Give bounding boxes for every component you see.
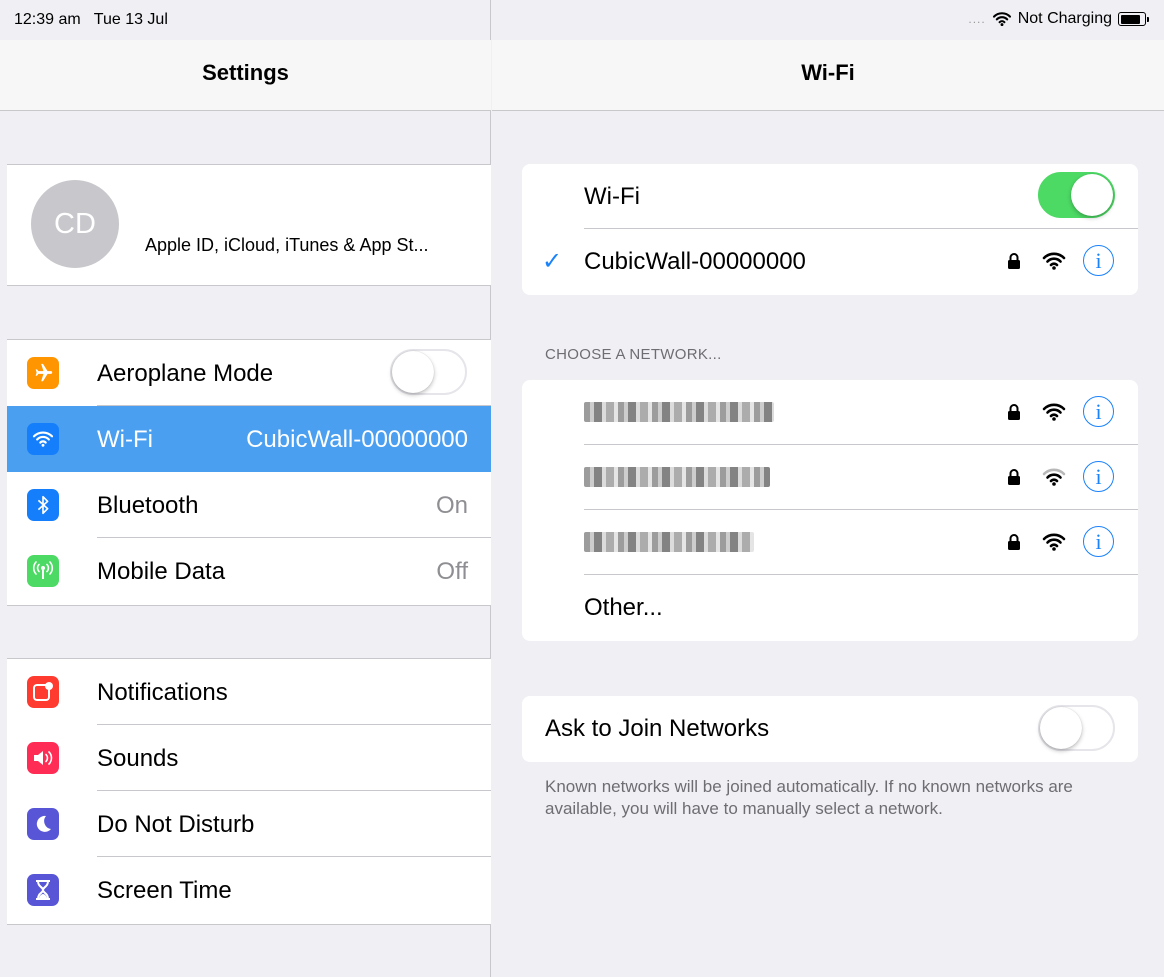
wifi-signal-icon	[1042, 252, 1066, 270]
lock-icon	[1008, 404, 1020, 420]
speaker-icon	[27, 742, 59, 774]
hourglass-icon	[27, 874, 59, 906]
status-right: .... Not Charging	[968, 10, 1149, 28]
info-icon[interactable]: i	[1083, 245, 1114, 276]
system-group: Notifications Sounds Do Not Disturb Scre…	[7, 658, 491, 925]
wifi-toggle-label: Wi-Fi	[584, 183, 640, 210]
ask-join-label: Ask to Join Networks	[545, 715, 770, 742]
settings-header: Settings	[0, 40, 491, 111]
network-name-redacted	[584, 532, 754, 552]
sidebar-item-aeroplane-mode[interactable]: Aeroplane Mode	[7, 340, 491, 406]
ask-join-toggle[interactable]	[1038, 705, 1115, 751]
info-icon[interactable]: i	[1083, 396, 1114, 427]
ask-join-row: Ask to Join Networks	[522, 696, 1138, 761]
other-network-label: Other...	[584, 594, 663, 621]
lock-icon	[1008, 534, 1020, 550]
network-list: i i i Other...	[522, 380, 1138, 641]
info-icon[interactable]: i	[1083, 526, 1114, 557]
checkmark-icon: ✓	[542, 248, 563, 275]
choose-network-label: CHOOSE A NETWORK...	[545, 346, 722, 363]
wifi-network-value: CubicWall-00000000	[246, 426, 468, 453]
network-name-redacted	[584, 402, 774, 422]
bluetooth-icon	[27, 489, 59, 521]
bluetooth-status: On	[435, 492, 468, 519]
sidebar-item-label: Mobile Data	[97, 558, 226, 585]
antenna-icon	[27, 555, 59, 587]
sidebar-item-do-not-disturb[interactable]: Do Not Disturb	[7, 791, 491, 857]
apple-id-label: Apple ID, iCloud, iTunes & App St...	[145, 235, 429, 255]
wifi-signal-icon	[1042, 468, 1066, 486]
sidebar-item-label: Aeroplane Mode	[97, 360, 274, 387]
status-time: 12:39 am Tue 13 Jul	[14, 11, 168, 29]
wifi-main-card: Wi-Fi ✓ CubicWall-00000000 i	[522, 164, 1138, 295]
info-icon[interactable]: i	[1083, 461, 1114, 492]
sidebar-item-bluetooth[interactable]: Bluetooth On	[7, 472, 491, 538]
wifi-icon	[27, 423, 59, 455]
signal-dots: ....	[968, 12, 986, 26]
wifi-toggle[interactable]	[1038, 172, 1115, 218]
sidebar-item-label: Screen Time	[97, 877, 232, 904]
other-network-row[interactable]: Other...	[522, 575, 1138, 640]
settings-sidebar: Settings CD Apple ID, iCloud, iTunes & A…	[0, 0, 491, 977]
mobile-data-status: Off	[436, 558, 468, 585]
sidebar-item-label: Bluetooth	[97, 492, 199, 519]
sidebar-item-label: Do Not Disturb	[97, 811, 255, 838]
connected-network-name: CubicWall-00000000	[584, 248, 806, 275]
wifi-status-icon	[992, 12, 1011, 27]
ask-join-card: Ask to Join Networks	[522, 696, 1138, 762]
moon-icon	[27, 808, 59, 840]
network-name-redacted	[584, 467, 770, 487]
sidebar-item-label: Sounds	[97, 745, 179, 772]
notifications-icon	[27, 676, 59, 708]
wifi-signal-icon	[1042, 403, 1066, 421]
battery-icon	[1118, 12, 1149, 26]
wifi-signal-icon	[1042, 533, 1066, 551]
sidebar-item-label: Notifications	[97, 679, 228, 706]
apple-id-row[interactable]: CD Apple ID, iCloud, iTunes & App St...	[7, 164, 491, 286]
status-bar: 12:39 am Tue 13 Jul .... Not Charging	[0, 0, 1164, 40]
sidebar-item-wifi[interactable]: Wi-Fi CubicWall-00000000	[7, 406, 491, 472]
aeroplane-icon	[27, 357, 59, 389]
sidebar-item-label: Wi-Fi	[97, 426, 153, 453]
settings-title: Settings	[202, 60, 289, 85]
lock-icon	[1008, 253, 1020, 269]
network-row[interactable]: i	[522, 510, 1138, 575]
wifi-toggle-row: Wi-Fi	[522, 164, 1138, 229]
aeroplane-mode-toggle[interactable]	[390, 349, 467, 395]
charging-status: Not Charging	[1017, 10, 1112, 27]
connectivity-group: Aeroplane Mode Wi-Fi CubicWall-00000000 …	[7, 339, 491, 606]
status-date: Tue 13 Jul	[93, 11, 168, 28]
connected-network-row[interactable]: ✓ CubicWall-00000000 i	[522, 229, 1138, 294]
avatar: CD	[31, 180, 119, 268]
sidebar-item-sounds[interactable]: Sounds	[7, 725, 491, 791]
status-clock: 12:39 am	[14, 11, 81, 28]
sidebar-item-screen-time[interactable]: Screen Time	[7, 857, 491, 923]
lock-icon	[1008, 469, 1020, 485]
ask-join-footnote: Known networks will be joined automatica…	[545, 777, 1073, 818]
wifi-page-title: Wi-Fi	[801, 60, 855, 85]
sidebar-item-mobile-data[interactable]: Mobile Data Off	[7, 538, 491, 604]
sidebar-item-notifications[interactable]: Notifications	[7, 659, 491, 725]
wifi-header: Wi-Fi	[492, 40, 1164, 111]
network-row[interactable]: i	[522, 445, 1138, 510]
network-row[interactable]: i	[522, 380, 1138, 445]
